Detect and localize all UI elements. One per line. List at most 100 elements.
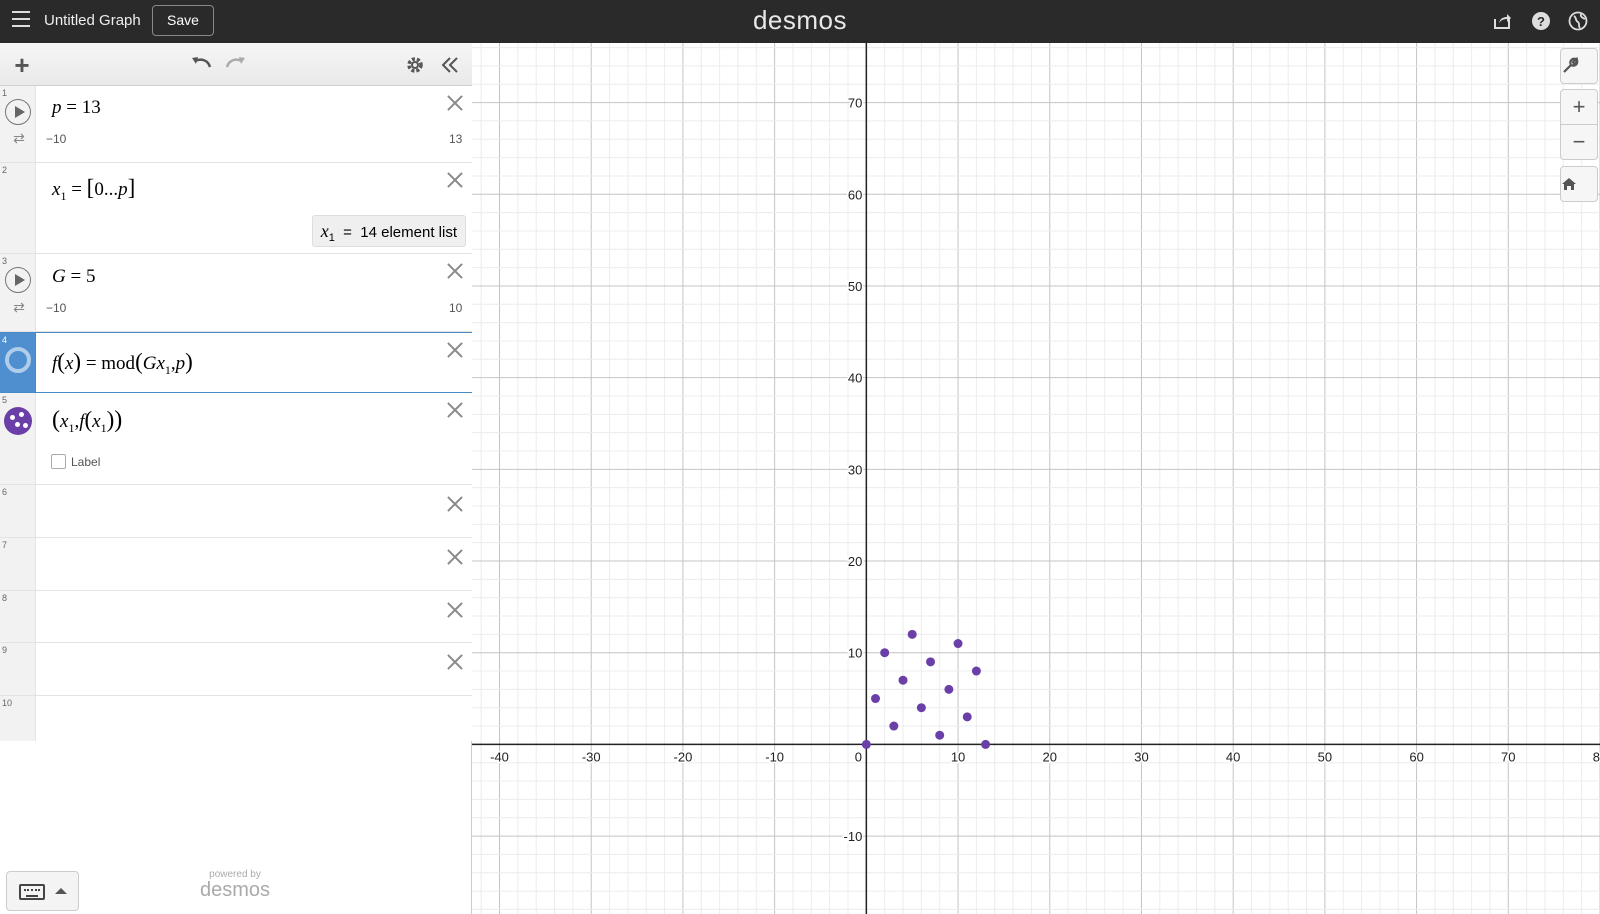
expression-gutter: 7 xyxy=(0,538,36,590)
x-tick-label: -20 xyxy=(674,749,693,764)
x-tick-label: -40 xyxy=(490,749,509,764)
delete-expression-icon[interactable] xyxy=(444,92,466,114)
loop-icon[interactable]: ⇄ xyxy=(10,300,28,314)
x-tick-label: -10 xyxy=(765,749,784,764)
keyboard-toggle-button[interactable] xyxy=(6,871,79,911)
zoom-out-icon[interactable]: − xyxy=(1560,124,1598,160)
visibility-toggle-icon[interactable] xyxy=(5,347,31,373)
menu-icon[interactable] xyxy=(12,11,30,27)
x-tick-label: -30 xyxy=(582,749,601,764)
home-icon[interactable] xyxy=(1560,166,1598,202)
expression-G-slider[interactable]: 3 ⇄ G = 5 −10 10 xyxy=(0,254,472,361)
x-tick-label: 60 xyxy=(1409,749,1423,764)
redo-icon[interactable] xyxy=(223,52,249,78)
keyboard-icon xyxy=(19,884,45,900)
expression-math[interactable]: f(x) = mod(Gx1,p) xyxy=(52,349,193,378)
expression-number: 6 xyxy=(2,487,8,497)
y-tick-label: 50 xyxy=(848,279,862,294)
x-tick-label: 10 xyxy=(951,749,965,764)
undo-icon[interactable] xyxy=(188,52,214,78)
expression-number: 7 xyxy=(2,540,8,550)
graph-title[interactable]: Untitled Graph xyxy=(44,12,141,29)
help-icon[interactable]: ? xyxy=(1531,11,1551,31)
delete-expression-icon[interactable] xyxy=(444,546,466,568)
slider-min[interactable]: −10 xyxy=(46,132,66,146)
expression-math[interactable]: x1 = [0...p] xyxy=(52,175,135,204)
label-checkbox-label[interactable]: Label xyxy=(71,455,100,469)
expression-gutter: 5 xyxy=(0,393,36,484)
list-evaluation-badge: x1 = 14 element list xyxy=(311,215,466,247)
powered-by-desmos[interactable]: powered by desmos xyxy=(190,869,280,900)
delete-expression-icon[interactable] xyxy=(444,493,466,515)
delete-expression-icon[interactable] xyxy=(444,599,466,621)
x-tick-label: 30 xyxy=(1134,749,1148,764)
y-tick-label: 40 xyxy=(848,371,862,386)
share-icon[interactable] xyxy=(1492,11,1512,31)
delete-expression-icon[interactable] xyxy=(444,651,466,673)
expression-empty[interactable]: 6 xyxy=(0,485,472,538)
expression-empty[interactable]: 7 xyxy=(0,538,472,591)
expression-number: 4 xyxy=(2,335,8,345)
save-button[interactable]: Save xyxy=(152,5,214,36)
zoom-in-icon[interactable]: + xyxy=(1560,89,1598,125)
y-tick-label: 20 xyxy=(848,554,862,569)
expression-math[interactable]: (x1,f(x1)) xyxy=(52,407,122,436)
delete-expression-icon[interactable] xyxy=(444,169,466,191)
expression-f-definition[interactable]: 4 f(x) = mod(Gx1,p) xyxy=(0,332,472,393)
data-point xyxy=(871,694,881,704)
expression-panel: + 1 ⇄ p = 13 −10 13 2 x1 = [0...p] x1 = … xyxy=(0,43,472,914)
y-tick-label: 30 xyxy=(848,462,862,477)
add-icon[interactable]: + xyxy=(9,52,35,78)
graph-paper[interactable]: -40 -30 -20 -10 0 10 20 30 40 50 60 70 80 70 60 50 40 30 2… xyxy=(472,43,1600,914)
data-point xyxy=(944,684,954,694)
x-tick-label: 20 xyxy=(1043,749,1057,764)
svg-text:?: ? xyxy=(1537,14,1545,29)
play-icon[interactable] xyxy=(5,99,31,125)
y-tick-label: 60 xyxy=(848,187,862,202)
graph-canvas[interactable]: -40 -30 -20 -10 0 10 20 30 40 50 60 70 80 70 60 50 40 30 2… xyxy=(472,43,1600,914)
expression-number: 1 xyxy=(2,88,8,98)
settings-icon[interactable] xyxy=(402,52,428,78)
expression-empty[interactable]: 10 xyxy=(0,696,472,741)
caret-up-icon xyxy=(55,888,67,894)
delete-expression-icon[interactable] xyxy=(444,339,466,361)
expression-points[interactable]: 5 (x1,f(x1)) Label xyxy=(0,393,472,485)
data-point xyxy=(935,730,945,740)
label-checkbox[interactable] xyxy=(51,454,66,469)
data-point xyxy=(880,648,890,658)
wrench-icon[interactable] xyxy=(1560,48,1598,84)
expression-gutter: 9 xyxy=(0,643,36,695)
expression-gutter: 4 xyxy=(0,333,36,392)
expression-number: 2 xyxy=(2,165,8,175)
delete-expression-icon[interactable] xyxy=(444,399,466,421)
expression-number: 10 xyxy=(2,698,13,708)
play-icon[interactable] xyxy=(5,267,31,293)
expression-p-slider[interactable]: 1 ⇄ p = 13 −10 13 xyxy=(0,86,472,192)
slider-max[interactable]: 13 xyxy=(449,132,462,146)
globe-icon[interactable] xyxy=(1568,11,1588,31)
slider-max[interactable]: 10 xyxy=(449,301,462,315)
expression-x1-list[interactable]: 2 x1 = [0...p] x1 = 14 element list xyxy=(0,163,472,254)
expression-empty[interactable]: 9 xyxy=(0,643,472,696)
y-tick-label: 10 xyxy=(848,646,862,661)
expression-gutter: 3 ⇄ xyxy=(0,254,36,331)
expression-gutter: 8 xyxy=(0,591,36,642)
data-point xyxy=(861,739,871,749)
points-style-icon[interactable] xyxy=(4,407,32,435)
data-point xyxy=(962,712,972,722)
loop-icon[interactable]: ⇄ xyxy=(10,131,28,145)
top-bar: Untitled Graph Save desmos ? xyxy=(0,0,1600,43)
expression-math[interactable]: G = 5 xyxy=(52,266,95,288)
data-point xyxy=(916,703,926,713)
expression-number: 5 xyxy=(2,395,8,405)
slider-min[interactable]: −10 xyxy=(46,301,66,315)
data-point xyxy=(971,666,981,676)
expression-number: 3 xyxy=(2,256,8,266)
expression-math[interactable]: p = 13 xyxy=(52,97,101,119)
expression-toolbar: + xyxy=(0,43,472,86)
delete-expression-icon[interactable] xyxy=(444,260,466,282)
collapse-icon[interactable] xyxy=(437,52,463,78)
data-point xyxy=(889,721,899,731)
expression-empty[interactable]: 8 xyxy=(0,591,472,643)
x-tick-label: 40 xyxy=(1226,749,1240,764)
